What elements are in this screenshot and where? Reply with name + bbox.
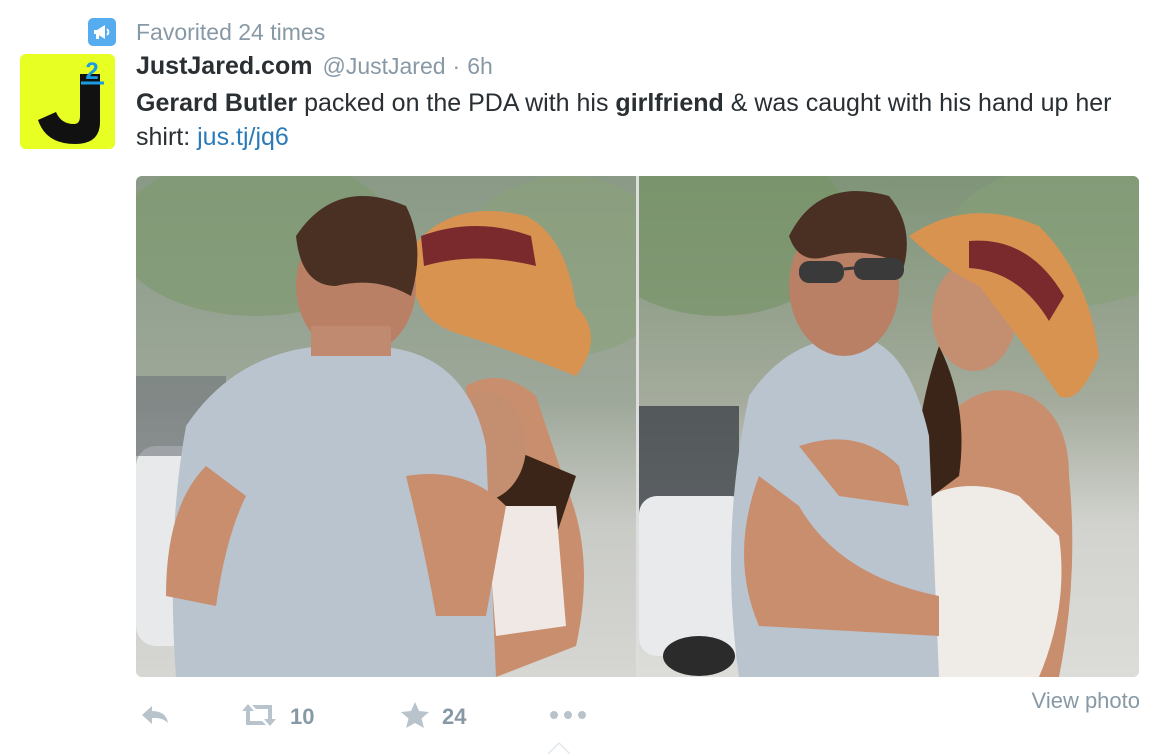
reply-button[interactable] xyxy=(140,700,170,734)
more-icon xyxy=(548,708,588,726)
photo-right[interactable] xyxy=(639,176,1139,677)
tweet-timestamp[interactable]: 6h xyxy=(467,53,493,80)
tweet-text: Gerard Butler packed on the PDA with his… xyxy=(136,86,1126,154)
retweet-icon xyxy=(240,702,278,733)
retweet-button[interactable]: 10 xyxy=(240,700,314,734)
svg-text:2: 2 xyxy=(85,58,98,85)
tweet-link[interactable]: jus.tj/jq6 xyxy=(197,123,289,151)
photo-left[interactable] xyxy=(136,176,636,677)
tweet-text-segment: Gerard Butler xyxy=(136,89,298,117)
retweet-count: 10 xyxy=(290,704,315,729)
tweet-text-segment: girlfriend xyxy=(615,89,724,117)
reply-icon xyxy=(140,703,170,732)
tweet-header: JustJared.com @JustJared · 6h xyxy=(136,52,493,81)
tweet-media[interactable] xyxy=(136,176,1139,677)
view-photo-link[interactable]: View photo xyxy=(1032,688,1140,714)
favorited-text: Favorited 24 times xyxy=(136,19,326,45)
tweet-actions: 10 24 View photo xyxy=(140,688,1140,734)
justjared-logo: 2 xyxy=(20,54,115,149)
avatar[interactable]: 2 xyxy=(20,54,115,149)
tweet-text-segment: packed on the PDA with his xyxy=(297,89,616,117)
author-screenname[interactable]: @JustJared xyxy=(322,53,445,80)
star-icon xyxy=(400,701,430,734)
megaphone-icon xyxy=(88,18,116,46)
favorite-button[interactable]: 24 xyxy=(400,700,466,734)
author-fullname[interactable]: JustJared.com xyxy=(136,52,312,81)
favorite-count: 24 xyxy=(442,704,467,729)
dropdown-caret-icon xyxy=(548,741,570,754)
separator-dot: · xyxy=(452,53,461,79)
more-button[interactable] xyxy=(548,700,588,734)
favorited-context: Favorited 24 times xyxy=(88,18,325,46)
